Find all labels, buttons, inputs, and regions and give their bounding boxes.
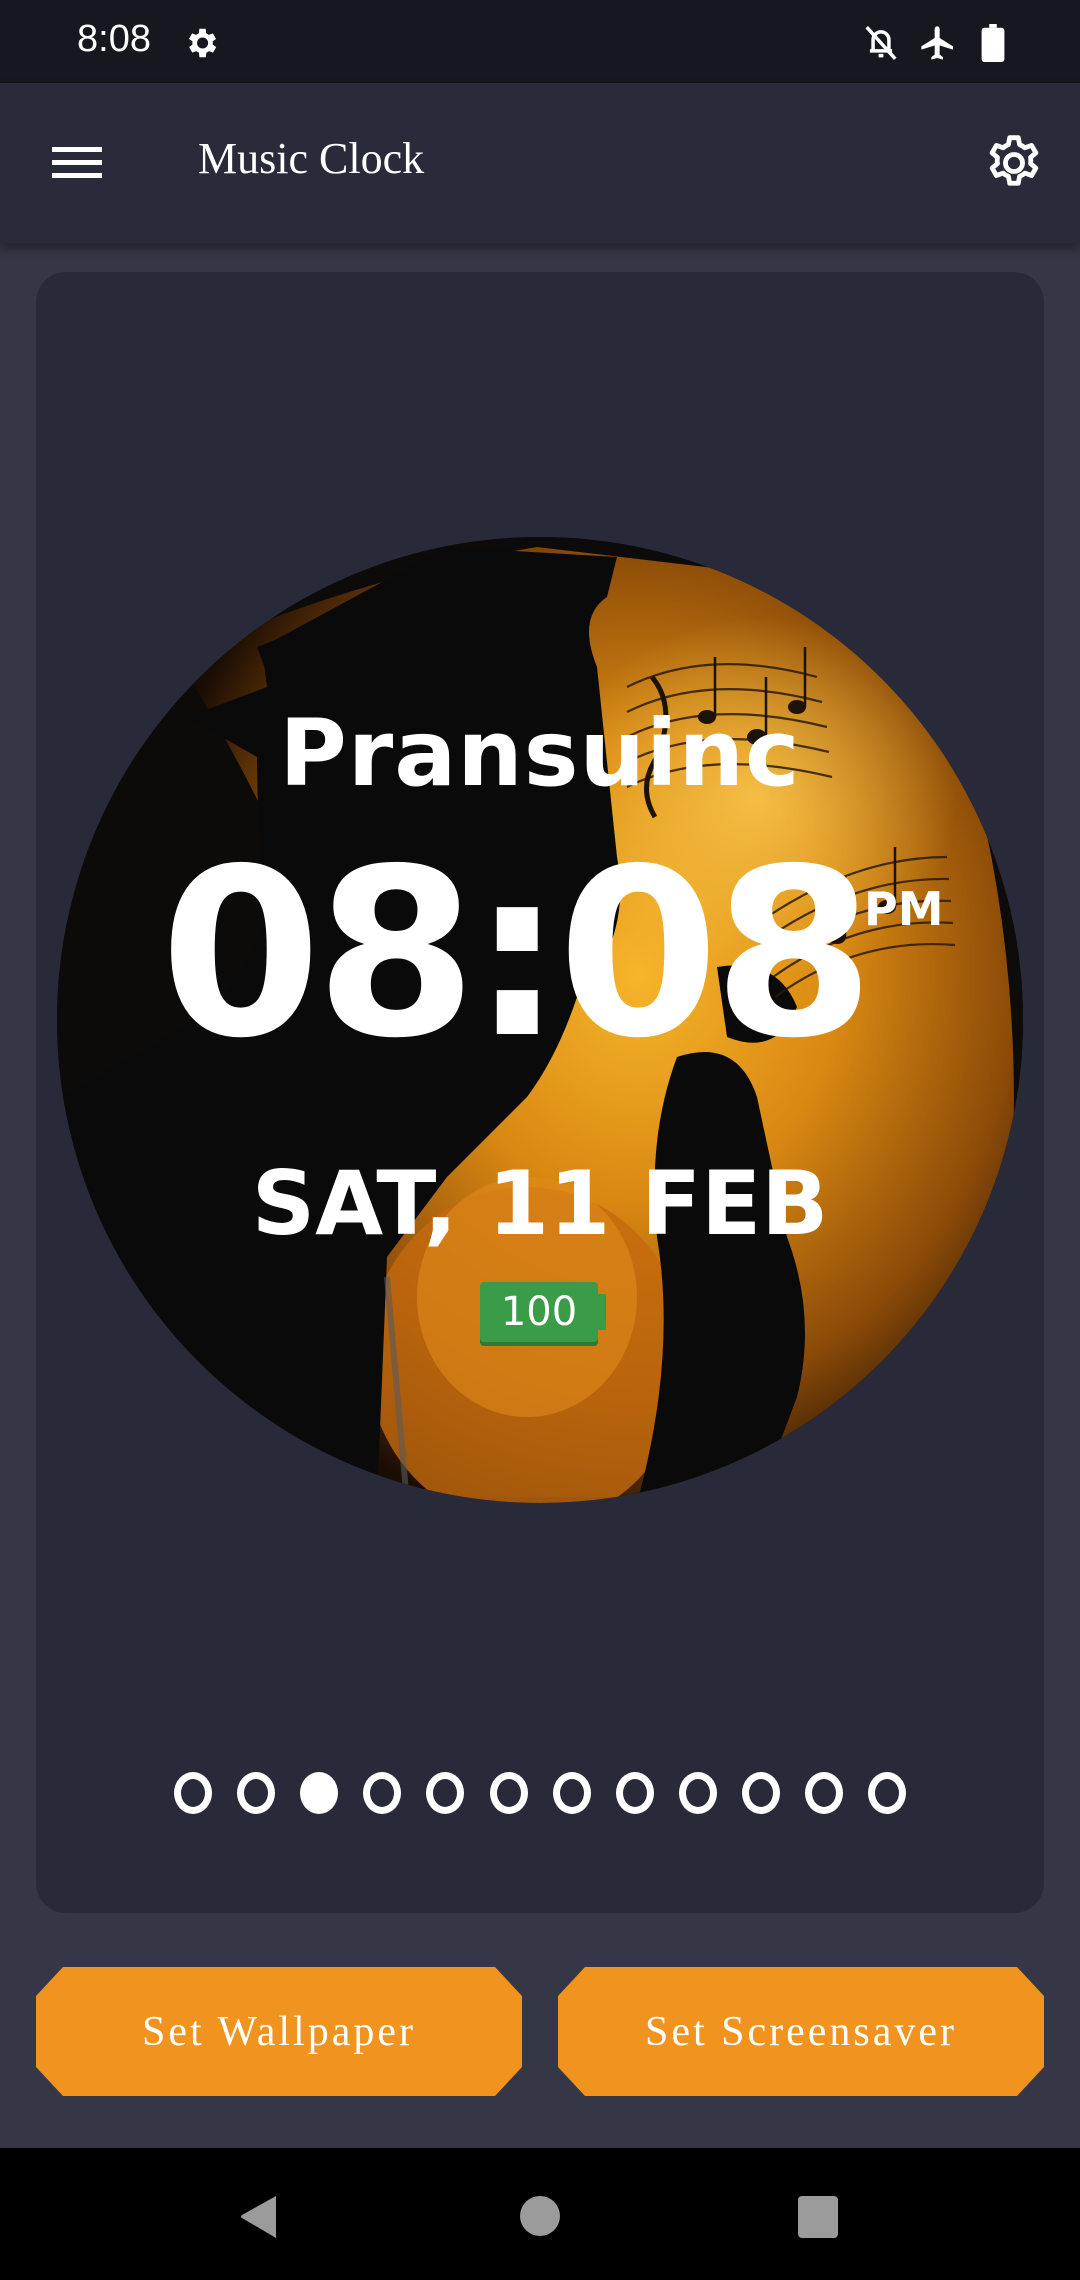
airplane-mode-icon: [921, 26, 953, 60]
hamburger-menu-icon[interactable]: [40, 135, 110, 191]
page-dot[interactable]: [615, 1772, 654, 1814]
gear-icon[interactable]: [982, 131, 1046, 195]
recents-icon[interactable]: [798, 2196, 838, 2238]
status-time: 8:08: [77, 18, 151, 60]
set-wallpaper-label: Set Wallpaper: [142, 2008, 416, 2055]
page-dot[interactable]: [363, 1772, 402, 1814]
page-dot[interactable]: [741, 1772, 780, 1814]
page-dot[interactable]: [237, 1772, 276, 1814]
battery-full-icon: [981, 24, 1005, 62]
clock-battery-indicator: 100: [480, 1282, 606, 1342]
notifications-off-icon: [865, 26, 897, 60]
page-dot[interactable]: [805, 1772, 843, 1814]
page-dot[interactable]: [868, 1772, 907, 1814]
battery-tip: [598, 1294, 606, 1330]
system-nav-bar: [0, 2148, 1080, 2280]
set-wallpaper-button[interactable]: Set Wallpaper: [36, 1967, 522, 2096]
clock-brand-text: Pransuinc: [279, 700, 801, 807]
home-icon[interactable]: [520, 2196, 560, 2236]
set-screensaver-label: Set Screensaver: [644, 2008, 958, 2055]
app-bar: Music Clock: [0, 83, 1080, 243]
page-dot[interactable]: [678, 1772, 717, 1814]
status-bar: 8:08: [0, 0, 1080, 83]
clock-time-text: 08:08: [160, 819, 874, 1089]
set-screensaver-button[interactable]: Set Screensaver: [558, 1967, 1044, 2096]
page-dot[interactable]: [174, 1772, 212, 1814]
settings-icon: [188, 28, 217, 58]
clock-ampm-text: PM: [864, 882, 944, 936]
page-dot[interactable]: [426, 1772, 465, 1814]
clock-date-text: SAT, 11 FEB: [251, 1152, 829, 1255]
page-indicator: [0, 1772, 1080, 1814]
page-dot[interactable]: [552, 1772, 591, 1814]
page-dot[interactable]: [489, 1772, 528, 1814]
back-icon[interactable]: [238, 2194, 280, 2240]
page-dot[interactable]: [300, 1772, 339, 1814]
battery-level-text: 100: [500, 1289, 578, 1335]
page-title: Music Clock: [198, 134, 425, 183]
